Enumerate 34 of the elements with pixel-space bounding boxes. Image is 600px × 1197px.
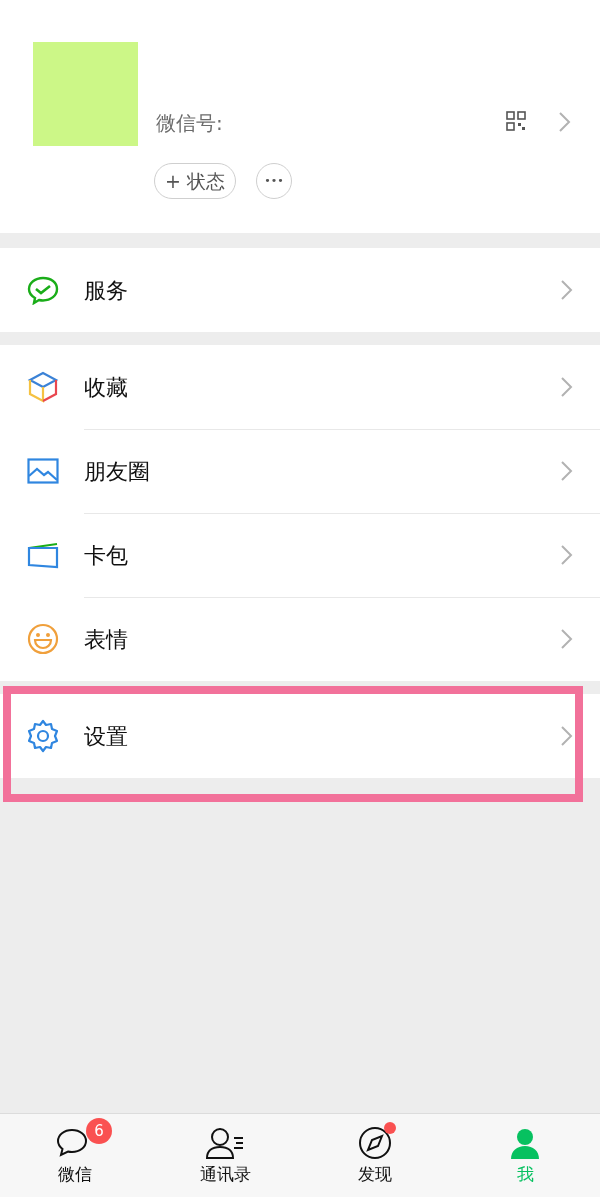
chevron-icon	[560, 725, 574, 747]
menu-label: 卡包	[84, 541, 129, 570]
menu-item[interactable]: 服务	[0, 248, 600, 332]
settings-icon	[26, 719, 60, 753]
person-list-icon	[204, 1126, 246, 1160]
menu-item[interactable]: 设置	[0, 694, 600, 778]
chevron-icon	[558, 111, 572, 133]
chevron-icon	[560, 279, 574, 301]
menu-label: 服务	[84, 276, 129, 305]
menu-label: 朋友圈	[84, 457, 151, 486]
menu-item[interactable]: 朋友圈	[0, 429, 600, 513]
smiley-icon	[27, 623, 59, 655]
cube-icon	[27, 370, 59, 404]
landscape-picture-icon	[27, 458, 59, 484]
menu-item[interactable]: 表情	[0, 597, 600, 681]
tab[interactable]: 发现	[300, 1114, 450, 1197]
chevron-icon	[560, 460, 574, 482]
person-icon	[508, 1126, 542, 1160]
wallet-icon	[27, 541, 59, 569]
chevron-icon	[560, 628, 574, 650]
compass-icon	[358, 1126, 392, 1160]
tab[interactable]: 通讯录	[150, 1114, 300, 1197]
menu-label: 收藏	[84, 373, 129, 402]
tab[interactable]: 6 微信	[0, 1114, 150, 1197]
menu-item[interactable]: 收藏	[0, 345, 600, 429]
unread-badge: 6	[86, 1118, 112, 1144]
chevron-icon	[560, 376, 574, 398]
qr-code-icon[interactable]	[506, 111, 526, 131]
chevron-icon	[560, 544, 574, 566]
chat-check-icon	[26, 275, 60, 305]
menu-label: 设置	[84, 722, 129, 751]
menu-item[interactable]: 卡包	[0, 513, 600, 597]
wechat-id-label: 微信号:	[156, 110, 223, 137]
menu-label: 表情	[84, 625, 129, 654]
